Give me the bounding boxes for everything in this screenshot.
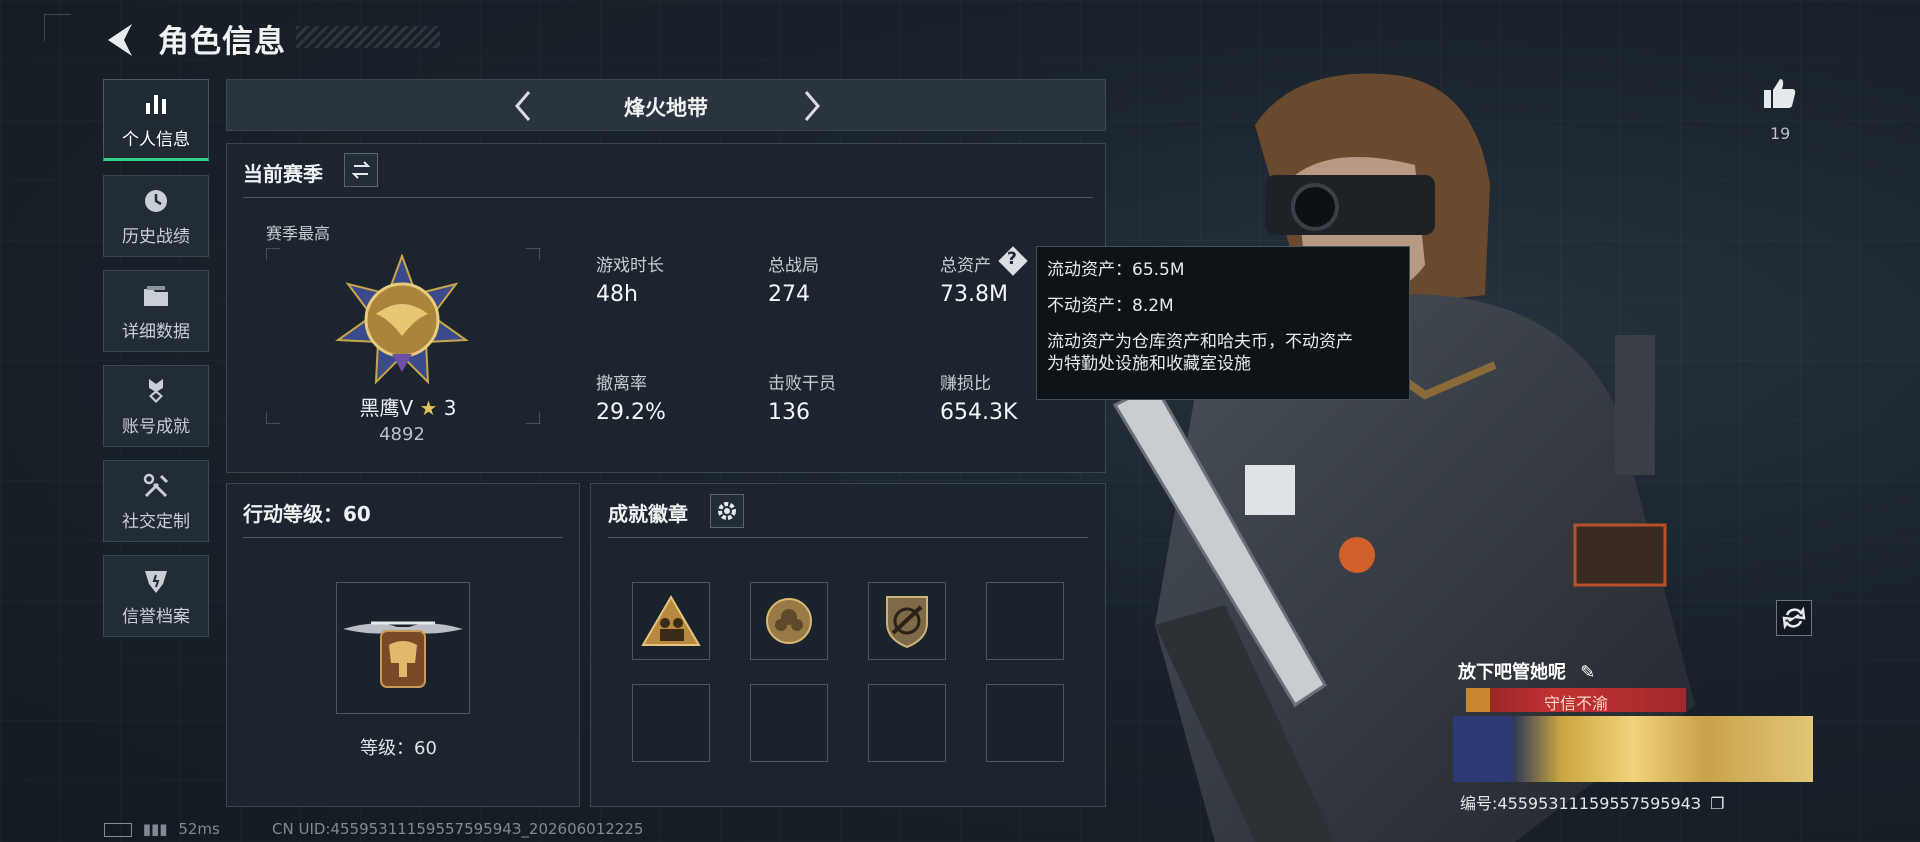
scale-icon bbox=[1466, 688, 1490, 712]
sidebar-item-social-custom[interactable]: 社交定制 bbox=[103, 460, 209, 542]
clock-icon bbox=[145, 189, 167, 212]
refresh-icon bbox=[1782, 606, 1806, 630]
copy-icon[interactable]: ❐ bbox=[1710, 794, 1724, 813]
uid-text: CN UID:4559531115955759594З_202606012225 bbox=[272, 820, 644, 838]
rank-score: 4892 bbox=[379, 424, 425, 445]
tooltip-description: 为特勤处设施和收藏室设施 bbox=[1047, 354, 1251, 374]
gear-icon bbox=[718, 502, 736, 520]
divider bbox=[243, 197, 1093, 198]
tooltip-liquid-assets: 流动资产：65.5M bbox=[1047, 260, 1185, 280]
sidebar-item-label: 账号成就 bbox=[122, 416, 190, 437]
mode-selector: 烽火地带 bbox=[226, 79, 1106, 131]
stat-label: 总战局 bbox=[768, 256, 819, 276]
credit-badge: 守信不渝 bbox=[1466, 688, 1686, 713]
badge-slot-6[interactable] bbox=[750, 684, 828, 762]
chevron-right-icon[interactable] bbox=[794, 88, 828, 124]
hud-corner bbox=[44, 14, 71, 41]
edit-pencil-icon[interactable]: ✎ bbox=[1580, 662, 1595, 683]
stat-label: 游戏时长 bbox=[596, 256, 664, 276]
credit-badge-text: 守信不渝 bbox=[1543, 694, 1608, 713]
sidebar-item-detailed-data[interactable]: 详细数据 bbox=[103, 270, 209, 352]
back-arrow-icon[interactable] bbox=[104, 20, 138, 60]
help-icon-glyph: ? bbox=[1007, 249, 1017, 269]
sidebar-item-achievements[interactable]: 账号成就 bbox=[103, 365, 209, 447]
signal-icon: ▮▮▮ bbox=[142, 820, 168, 838]
badge-slot-7[interactable] bbox=[868, 684, 946, 762]
title-decoration bbox=[296, 26, 440, 48]
sidebar-item-label: 个人信息 bbox=[122, 129, 190, 150]
swap-icon bbox=[351, 161, 371, 179]
divider bbox=[608, 537, 1088, 538]
rank-name-row: 黑鹰V ★ 3 bbox=[346, 392, 470, 421]
player-name: 放下吧管她呢 ✎ bbox=[1458, 658, 1595, 684]
badge-settings-button[interactable] bbox=[710, 494, 744, 528]
sidebar-item-credit-record[interactable]: 信誉档案 bbox=[103, 555, 209, 637]
badge-slot-8[interactable] bbox=[986, 684, 1064, 762]
folder-icon bbox=[144, 285, 168, 306]
badge-slot-1[interactable] bbox=[632, 582, 710, 660]
mode-name: 烽火地带 bbox=[624, 96, 708, 120]
rank-stars: 3 bbox=[443, 396, 457, 420]
wrench-icon bbox=[143, 473, 169, 497]
medal-icon bbox=[149, 378, 163, 403]
season-switch-button[interactable] bbox=[344, 153, 378, 187]
sidebar-item-label: 社交定制 bbox=[122, 511, 190, 532]
thumbs-up-icon[interactable] bbox=[1762, 76, 1798, 112]
season-best-label: 赛季最高 bbox=[266, 224, 331, 243]
stat-label: 赚损比 bbox=[940, 374, 991, 394]
ping-value: 52ms bbox=[178, 820, 220, 838]
rank-name: 黑鹰V bbox=[359, 396, 414, 420]
player-card: 放下吧管她呢 ✎ 守信不渝 编号:4559531115955759594З ❐ bbox=[1450, 652, 1820, 814]
level-emblem-frame bbox=[336, 582, 470, 714]
tooltip-description: 流动资产为仓库资产和哈夫币，不动资产 bbox=[1047, 332, 1353, 352]
player-id-row: 编号:4559531115955759594З ❐ bbox=[1460, 790, 1725, 814]
stat-value: 654.3K bbox=[940, 400, 1018, 425]
refresh-button[interactable] bbox=[1776, 600, 1812, 636]
stat-label: 撤离率 bbox=[596, 374, 647, 394]
stat-value: 29.2% bbox=[596, 400, 666, 425]
asset-tooltip: 流动资产：65.5M 不动资产：8.2M 流动资产为仓库资产和哈夫币，不动资产 … bbox=[1036, 246, 1410, 400]
tooltip-fixed-assets: 不动资产：8.2M bbox=[1047, 296, 1174, 316]
stat-label: 总资产 bbox=[940, 256, 991, 276]
sidebar-item-label: 详细数据 bbox=[122, 321, 190, 342]
level-label: 等级：60 bbox=[360, 738, 437, 759]
network-status: ▮▮▮ 52ms bbox=[104, 820, 220, 838]
season-title: 当前赛季 bbox=[243, 162, 323, 186]
rose-badge-icon bbox=[766, 598, 812, 644]
shield-icon bbox=[145, 570, 167, 593]
sidebar-item-history[interactable]: 历史战绩 bbox=[103, 175, 209, 257]
sidebar-item-label: 历史战绩 bbox=[122, 226, 190, 247]
divider bbox=[243, 537, 563, 538]
sidebar-item-personal-info[interactable]: 个人信息 bbox=[103, 79, 209, 161]
stat-value: 48h bbox=[596, 282, 638, 307]
rifle-shield-badge-icon bbox=[886, 596, 928, 649]
avatar[interactable] bbox=[1453, 716, 1513, 782]
battery-icon bbox=[104, 822, 132, 837]
player-name-text: 放下吧管她呢 bbox=[1458, 662, 1566, 683]
rank-emblem-icon bbox=[335, 254, 469, 385]
helicopter-emblem-icon bbox=[343, 621, 463, 688]
stat-value: 136 bbox=[768, 400, 810, 425]
badge-slot-5[interactable] bbox=[632, 684, 710, 762]
like-count: 19 bbox=[1770, 124, 1791, 143]
page-title: 角色信息 bbox=[158, 24, 286, 60]
badge-slot-4[interactable] bbox=[986, 582, 1064, 660]
star-icon: ★ bbox=[419, 396, 438, 420]
stat-label: 击败干员 bbox=[768, 374, 836, 394]
player-id: 编号:4559531115955759594З bbox=[1460, 794, 1702, 813]
triangle-badge-icon bbox=[641, 595, 701, 646]
stat-value: 274 bbox=[768, 282, 810, 307]
bar-chart-icon bbox=[146, 94, 166, 114]
badge-slot-3[interactable] bbox=[868, 582, 946, 660]
badges-title: 成就徽章 bbox=[608, 502, 688, 526]
stat-value: 73.8M bbox=[940, 282, 1008, 307]
badge-slot-2[interactable] bbox=[750, 582, 828, 660]
sidebar-item-label: 信誉档案 bbox=[122, 606, 190, 627]
action-level-title: 行动等级：60 bbox=[243, 502, 371, 526]
